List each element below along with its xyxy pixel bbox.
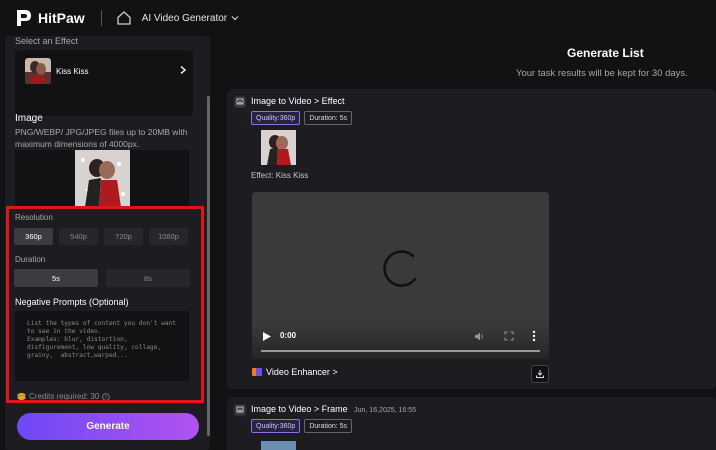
image-label: Image (15, 113, 43, 124)
task-card: Image to Video > Frame Jun, 16,2025, 16:… (227, 397, 716, 450)
player-controls: 0:00 (252, 324, 549, 359)
negative-prompts-placeholder: List the types of content you don't want… (27, 320, 177, 359)
task-date: Jun, 16,2025, 16:55 (354, 407, 417, 414)
top-divider (100, 10, 102, 26)
home-icon[interactable] (116, 10, 132, 26)
source-thumbnail (261, 441, 296, 450)
generate-list-subtitle: Your task results will be kept for 30 da… (516, 68, 688, 79)
loading-spinner-icon (383, 250, 417, 287)
coin-icon (17, 393, 26, 400)
image-hint: PNG/WEBP/ JPG/JPEG files up to 20MB with… (15, 127, 188, 149)
credits-required: Credits required: 30 ? (17, 392, 111, 401)
duration-option-5s[interactable]: 5s (14, 269, 98, 287)
generate-button[interactable]: Generate (17, 413, 199, 440)
info-icon[interactable]: ? (102, 392, 111, 401)
duration-label: Duration (15, 255, 46, 264)
product-switcher[interactable]: AI Video Generator (142, 13, 227, 24)
duration-tag: Duration: 5s (304, 419, 353, 433)
image-to-video-icon (234, 404, 246, 416)
brand-name: HitPaw (38, 10, 85, 26)
download-icon (536, 370, 544, 378)
task-title: Image to Video > Effect (251, 96, 345, 106)
quality-tag: Quality:360p (251, 419, 301, 433)
effect-selector[interactable]: Kiss Kiss (15, 50, 193, 116)
effect-label: Select an Effect (15, 36, 78, 46)
duration-tag: Duration: 5s (304, 111, 353, 125)
source-thumbnail (261, 130, 296, 165)
chevron-right-icon (180, 65, 187, 75)
effect-thumbnail (25, 58, 51, 84)
brand-logo[interactable]: HitPaw (14, 9, 85, 27)
negative-prompts-label: Negative Prompts (Optional) (15, 297, 129, 307)
more-options-icon[interactable] (532, 330, 536, 342)
top-bar: HitPaw AI Video Generator (0, 0, 716, 36)
video-player[interactable]: 0:00 (252, 192, 549, 359)
app-window: HitPaw AI Video Generator Select an Effe… (0, 0, 716, 450)
play-icon[interactable] (263, 332, 271, 341)
resolution-option-540p[interactable]: 540p (59, 228, 98, 245)
resolution-options: 360p 540p 720p 1080p (14, 228, 188, 245)
download-button[interactable] (531, 365, 549, 383)
task-effect: Effect: Kiss Kiss (251, 171, 309, 180)
video-enhancer-icon (252, 368, 262, 376)
task-tags: Quality:360p Duration: 5s (251, 419, 353, 433)
panel-scrollbar[interactable] (207, 96, 210, 436)
duration-options: 5s 8s (14, 269, 190, 287)
task-title: Image to Video > Frame Jun, 16,2025, 16:… (251, 404, 416, 414)
resolution-label: Resolution (15, 213, 53, 222)
player-time: 0:00 (280, 331, 297, 340)
svg-text:?: ? (105, 395, 108, 401)
image-upload-area[interactable] (15, 150, 189, 207)
task-card: Image to Video > Effect Quality:360p Dur… (227, 89, 716, 389)
duration-option-8s[interactable]: 8s (106, 269, 190, 287)
image-to-video-icon (234, 96, 246, 108)
chevron-down-icon[interactable] (231, 14, 239, 22)
generate-list-title: Generate List (567, 46, 644, 60)
resolution-option-1080p[interactable]: 1080p (149, 228, 188, 245)
playback-progress[interactable] (261, 350, 540, 352)
fullscreen-icon[interactable] (504, 331, 514, 341)
quality-tag: Quality:360p (251, 111, 301, 125)
credits-text: Credits required: 30 (29, 392, 100, 401)
task-title-text: Image to Video > Frame (251, 404, 348, 414)
settings-panel: Select an Effect Kiss Kiss Image PNG/WEB… (5, 36, 210, 450)
hitpaw-logo-icon (17, 10, 31, 26)
video-enhancer-link[interactable]: Video Enhancer > (252, 367, 338, 377)
resolution-option-720p[interactable]: 720p (104, 228, 143, 245)
negative-prompts-input[interactable]: List the types of content you don't want… (15, 311, 189, 381)
volume-icon[interactable] (474, 331, 485, 342)
uploaded-image (75, 150, 130, 207)
video-enhancer-label: Video Enhancer > (266, 367, 338, 377)
effect-name: Kiss Kiss (56, 67, 89, 76)
resolution-option-360p[interactable]: 360p (14, 228, 53, 245)
task-tags: Quality:360p Duration: 5s (251, 111, 353, 125)
